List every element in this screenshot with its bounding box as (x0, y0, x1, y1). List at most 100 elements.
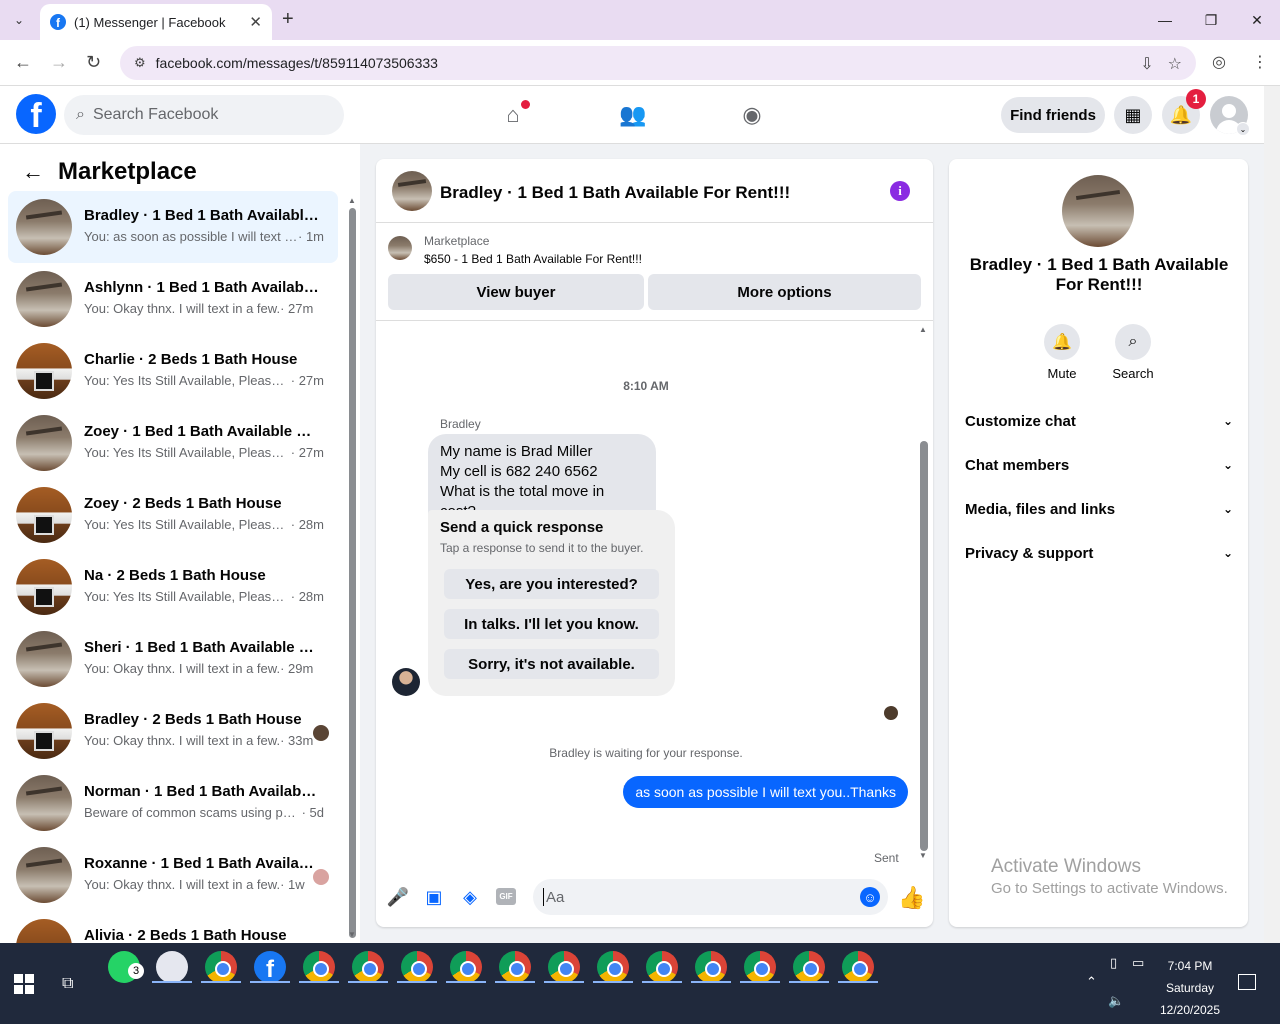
groups-icon[interactable]: ◉ (737, 100, 767, 130)
notification-center-icon[interactable] (1238, 974, 1256, 990)
listing-thumbnail (16, 631, 72, 687)
account-caret-icon[interactable]: ⌄ (1236, 122, 1250, 136)
facebook-search-input[interactable]: ⌕ Search Facebook (64, 95, 344, 135)
running-indicator (152, 981, 192, 983)
conversation-item[interactable]: Na · 2 Beds 1 Bath House You: Yes Its Sti… (8, 551, 338, 623)
back-arrow-icon[interactable]: ← (22, 159, 44, 185)
outgoing-message-bubble[interactable]: as soon as possible I will text you..Tha… (623, 776, 908, 808)
preview-text: You: Okay thnx. I will text in a few. (84, 301, 281, 316)
section-media-files-links[interactable]: Media, files and links ⌄ (965, 499, 1233, 519)
quick-response-option[interactable]: Sorry, it's not available. (444, 649, 659, 679)
install-app-icon[interactable]: ⇩ (1140, 54, 1153, 74)
windows-start-icon[interactable] (14, 974, 34, 994)
conversation-item[interactable]: Norman · 1 Bed 1 Bath Available For Rent… (8, 767, 338, 839)
info-icon[interactable]: i (890, 181, 910, 201)
chat-title[interactable]: Bradley · 1 Bed 1 Bath Available For Ren… (440, 183, 790, 203)
thumbs-up-icon[interactable]: 👍 (898, 885, 925, 911)
sender-avatar[interactable] (392, 668, 420, 696)
chrome-icon[interactable] (205, 951, 237, 983)
address-bar[interactable]: ⚙ facebook.com/messages/t/85911407350633… (120, 46, 1196, 80)
mute-button[interactable]: 🔔 Mute (1032, 324, 1092, 381)
system-clock[interactable]: 7:04 PM Saturday 12/20/2025 (1155, 955, 1225, 1021)
message-input[interactable]: Aa (533, 879, 888, 915)
conversation-scrollbar[interactable]: ▲ ▼ (346, 194, 358, 943)
chrome-icon[interactable] (499, 951, 531, 983)
show-hidden-icons[interactable]: ⌃ (1086, 974, 1097, 990)
tab-search-dropdown[interactable]: ⌄ (6, 8, 32, 32)
microphone-icon[interactable]: 🎤 (386, 885, 410, 909)
back-icon[interactable]: ← (14, 52, 32, 73)
running-indicator (691, 981, 731, 983)
conversation-item[interactable]: Roxanne · 1 Bed 1 Bath Available For Ren… (8, 839, 338, 911)
facebook-logo-icon[interactable]: f (16, 94, 56, 134)
close-tab-icon[interactable]: ✕ (249, 13, 262, 31)
conversation-item[interactable]: Bradley · 1 Bed 1 Bath Available For Ren… (8, 191, 338, 263)
listing-thumbnail[interactable] (388, 236, 412, 260)
section-customize-chat[interactable]: Customize chat ⌄ (965, 411, 1233, 431)
chrome-icon[interactable] (744, 951, 776, 983)
new-tab-icon[interactable]: + (282, 8, 294, 31)
minimize-icon[interactable]: — (1142, 0, 1188, 40)
running-indicator (740, 981, 780, 983)
pane-title: Marketplace (58, 158, 197, 185)
page-scrollbar[interactable] (1264, 86, 1280, 943)
listing-price-title[interactable]: $650 - 1 Bed 1 Bath Available For Rent!!… (424, 252, 642, 266)
task-view-icon[interactable]: ⧉ (62, 975, 73, 993)
running-indicator (250, 981, 290, 983)
volume-icon[interactable]: 🔈 (1108, 993, 1124, 1009)
site-info-icon[interactable]: ⚙ (134, 55, 146, 71)
conversation-item[interactable]: Zoey · 2 Beds 1 Bath House You: Yes Its S… (8, 479, 338, 551)
quick-response-option[interactable]: Yes, are you interested? (444, 569, 659, 599)
section-chat-members[interactable]: Chat members ⌄ (965, 455, 1233, 475)
emoji-icon[interactable]: ☺ (860, 887, 880, 907)
gif-icon[interactable]: GIF (496, 888, 516, 905)
paint-icon[interactable] (156, 951, 188, 983)
chat-listing-avatar[interactable] (392, 171, 432, 211)
device-icon[interactable]: ▯ (1110, 955, 1117, 971)
restore-icon[interactable]: ❐ (1188, 0, 1234, 40)
browser-tab[interactable]: f (1) Messenger | Facebook ✕ (40, 4, 272, 40)
menu-grid-icon[interactable]: ▦ (1114, 96, 1152, 134)
chat-scrollbar[interactable]: ▲ ▼ (917, 325, 931, 865)
chrome-menu-icon[interactable]: ⋮ (1252, 52, 1268, 72)
conversation-item[interactable]: Alivia · 2 Beds 1 Bath House (8, 911, 338, 943)
close-window-icon[interactable]: ✕ (1234, 0, 1280, 40)
listing-avatar-large[interactable] (1062, 175, 1134, 247)
conversation-item[interactable]: Sheri · 1 Bed 1 Bath Available For Rent!… (8, 623, 338, 695)
preview-text: You: Yes Its Still Available, Please tex… (84, 373, 291, 388)
more-options-button[interactable]: More options (648, 274, 921, 310)
chrome-icon[interactable] (548, 951, 580, 983)
search-conversation-button[interactable]: ⌕ Search (1103, 324, 1163, 381)
chrome-icon[interactable] (450, 951, 482, 983)
chrome-icon[interactable] (352, 951, 384, 983)
quick-response-option[interactable]: In talks. I'll let you know. (444, 609, 659, 639)
conversation-item[interactable]: Bradley · 2 Beds 1 Bath House You: Okay t… (8, 695, 338, 767)
facebook-app-icon[interactable]: f (254, 951, 286, 983)
chrome-icon[interactable] (303, 951, 335, 983)
photo-icon[interactable]: ▣ (422, 885, 446, 909)
preview-time: · 1w (280, 877, 305, 892)
conversation-preview: Beware of common scams using payment app… (84, 805, 324, 820)
section-privacy-support[interactable]: Privacy & support ⌄ (965, 543, 1233, 563)
chrome-icon[interactable] (842, 951, 874, 983)
preview-time: · 27m (290, 445, 324, 460)
conversation-item[interactable]: Ashlynn · 1 Bed 1 Bath Available For Ren… (8, 263, 338, 335)
conversation-item[interactable]: Charlie · 2 Beds 1 Bath House You: Yes It… (8, 335, 338, 407)
chrome-icon[interactable] (695, 951, 727, 983)
bookmark-star-icon[interactable]: ☆ (1168, 54, 1182, 74)
chrome-icon[interactable] (646, 951, 678, 983)
profile-icon[interactable]: ◎ (1212, 52, 1226, 72)
clock-date: 12/20/2025 (1159, 1003, 1221, 1017)
chrome-icon[interactable] (401, 951, 433, 983)
friends-icon[interactable]: 👥 (618, 100, 648, 130)
conversation-item[interactable]: Zoey · 1 Bed 1 Bath Available For Rent!!… (8, 407, 338, 479)
forward-icon[interactable]: → (50, 52, 68, 73)
chrome-icon[interactable] (597, 951, 629, 983)
view-buyer-button[interactable]: View buyer (388, 274, 644, 310)
chrome-icon[interactable] (793, 951, 825, 983)
preview-time: · 27m (290, 373, 324, 388)
sticker-icon[interactable]: ◈ (458, 885, 482, 909)
network-icon[interactable]: ▭ (1132, 955, 1144, 971)
find-friends-button[interactable]: Find friends (1001, 97, 1105, 133)
reload-icon[interactable]: ↻ (86, 52, 101, 73)
